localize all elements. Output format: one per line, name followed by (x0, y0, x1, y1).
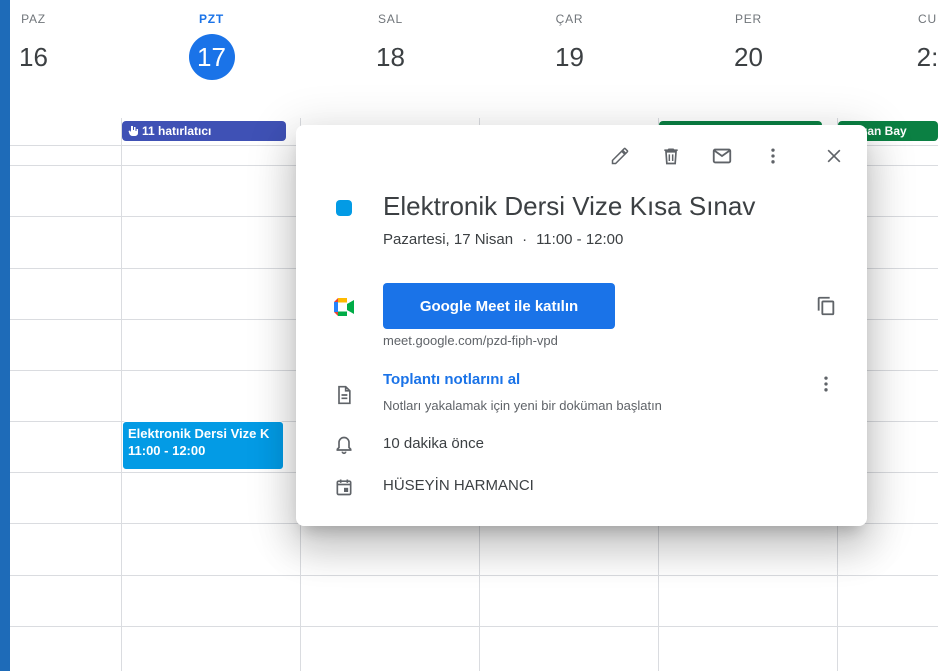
day-name: ÇAR (555, 12, 584, 26)
trash-icon (664, 148, 678, 165)
left-strip (0, 0, 10, 671)
copy-link-button[interactable] (812, 292, 840, 320)
event-datetime: Pazartesi, 17 Nisan · 11:00 - 12:00 (383, 231, 623, 248)
more-vert-icon (771, 148, 775, 164)
calendar-owner: HÜSEYİN HARMANCI (383, 477, 534, 494)
day-divider (121, 145, 122, 671)
day-header-friday[interactable]: CU 2: (838, 0, 938, 80)
event-title: Elektronik Dersi Vize K (128, 426, 270, 441)
more-options-button[interactable] (759, 142, 787, 170)
meet-link[interactable]: meet.google.com/pzd-fiph-vpd (383, 333, 558, 348)
day-name: SAL (377, 12, 404, 26)
more-vert-icon (824, 376, 828, 392)
edit-button[interactable] (606, 142, 634, 170)
event-details-popup: Elektronik Dersi Vize Kısa Sınav Pazarte… (296, 125, 867, 526)
calendar-event[interactable]: Elektronik Dersi Vize K 11:00 - 12:00 (122, 421, 284, 470)
event-date: Pazartesi, 17 Nisan (383, 231, 514, 248)
day-number[interactable]: 19 (547, 34, 593, 80)
day-number[interactable]: 17 (188, 34, 235, 80)
event-time: 11:00 - 12:00 (128, 443, 206, 458)
pencil-icon (611, 147, 629, 165)
day-number[interactable]: 2: (905, 34, 938, 80)
close-button[interactable] (820, 142, 848, 170)
separator-dot: · (522, 231, 528, 248)
day-number[interactable]: 20 (726, 34, 772, 80)
day-name: CU (918, 12, 937, 26)
day-header-sunday[interactable]: PAZ 16 (0, 0, 123, 80)
hour-line (10, 626, 938, 627)
email-guests-button[interactable] (708, 142, 736, 170)
day-number[interactable]: 18 (368, 34, 414, 80)
hour-line (10, 575, 938, 576)
day-name: PER (734, 12, 763, 26)
event-title: Elektronik Dersi Vize Kısa Sınav (383, 191, 756, 221)
day-header-wednesday[interactable]: ÇAR 19 (480, 0, 659, 80)
calendar-icon (332, 475, 356, 499)
day-name: PZT (198, 12, 225, 26)
reminder-chip-label: 11 hatırlatıcı (142, 124, 212, 138)
day-name: PAZ (21, 12, 46, 26)
reminder-chip[interactable]: 11 hatırlatıcı (122, 121, 286, 141)
google-meet-icon (332, 295, 356, 319)
notes-more-button[interactable] (812, 370, 840, 398)
reminder-text: 10 dakika önce (383, 435, 484, 452)
delete-button[interactable] (657, 142, 685, 170)
day-header-thursday[interactable]: PER 20 (659, 0, 838, 80)
event-color-indicator (336, 200, 352, 216)
take-notes-link[interactable]: Toplantı notlarını al (383, 371, 520, 388)
day-header-monday[interactable]: PZT 17 (122, 0, 301, 80)
join-meet-button[interactable]: Google Meet ile katılın (383, 283, 615, 329)
day-header-tuesday[interactable]: SAL 18 (301, 0, 480, 80)
mail-icon (712, 148, 732, 164)
day-number[interactable]: 16 (11, 34, 57, 80)
close-icon (827, 149, 841, 163)
bell-icon (332, 433, 356, 457)
document-icon (332, 383, 356, 407)
hand-icon (128, 126, 138, 136)
event-time: 11:00 - 12:00 (536, 231, 624, 248)
take-notes-description: Notları yakalamak için yeni bir doküman … (383, 398, 662, 413)
copy-icon (817, 296, 835, 316)
